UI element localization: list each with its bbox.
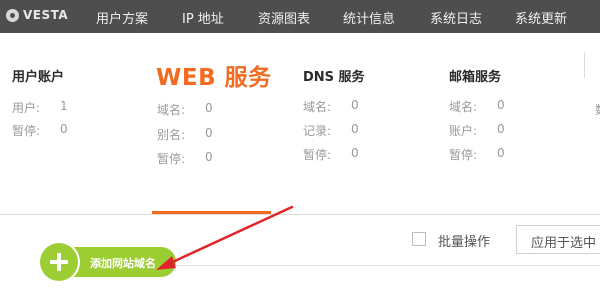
stat-value: 0: [497, 98, 505, 112]
dns-stat-suspended: 暂停: 0: [303, 146, 359, 163]
stat-value: 0: [205, 126, 213, 140]
tab-user-accounts[interactable]: 用户账户: [12, 66, 64, 85]
dns-stat-domains: 域名: 0: [303, 98, 359, 115]
stat-value: 0: [351, 122, 359, 136]
top-nav-bar: VESTA 用户方案 IP 地址 资源图表 统计信息 系统日志 系统更新: [0, 0, 600, 33]
nav-item-graphs[interactable]: 资源图表: [258, 8, 310, 27]
nav-item-packages[interactable]: 用户方案: [96, 8, 148, 27]
stat-label: 域名:: [449, 100, 478, 114]
nav-item-updates[interactable]: 系统更新: [515, 8, 567, 27]
mail-stat-domains: 域名: 0: [449, 98, 505, 115]
bulk-actions-label: 批量操作: [438, 235, 491, 250]
stat-value: 0: [205, 150, 213, 164]
stat-value: 0: [497, 146, 505, 160]
stat-label: 账户:: [449, 124, 478, 138]
tab-mail-services[interactable]: 邮箱服务: [449, 66, 501, 85]
bulk-action-select[interactable]: 应用于选中: [516, 225, 600, 254]
logo[interactable]: VESTA: [6, 8, 68, 22]
stat-label: 暂停:: [157, 152, 186, 166]
stat-label: 域名:: [303, 100, 332, 114]
web-stat-suspended: 暂停: 0: [157, 150, 213, 167]
tab-web-services[interactable]: WEB 服务: [156, 58, 272, 92]
logo-text: VESTA: [23, 8, 69, 22]
stat-label: 暂停:: [449, 148, 478, 162]
stat-value: 0: [60, 122, 68, 136]
user-stat-suspended: 暂停: 0: [12, 122, 68, 139]
stat-value: 0: [351, 98, 359, 112]
stat-label: 用户:: [12, 101, 41, 115]
web-stat-domains: 域名: 0: [157, 101, 213, 118]
stat-value: 0: [205, 101, 213, 115]
select-all-checkbox[interactable]: [412, 232, 426, 246]
bulk-action-select-value: 应用于选中: [531, 236, 597, 251]
add-web-domain-button[interactable]: 添加网站域名: [40, 243, 176, 281]
web-stat-aliases: 别名: 0: [157, 126, 213, 143]
stat-label: 别名:: [157, 128, 186, 142]
nav-item-ip[interactable]: IP 地址: [182, 8, 224, 27]
active-tab-indicator: [152, 211, 271, 214]
mail-stat-accounts: 账户: 0: [449, 122, 505, 139]
stat-value: 0: [497, 122, 505, 136]
add-button-label: 添加网站域名: [90, 257, 156, 270]
stat-label: 暂停:: [12, 124, 41, 138]
nav-item-logs[interactable]: 系统日志: [430, 8, 482, 27]
dns-stat-records: 记录: 0: [303, 122, 359, 139]
stat-value: 1: [60, 99, 68, 113]
mail-stat-suspended: 暂停: 0: [449, 146, 505, 163]
user-stat-users: 用户: 1: [12, 99, 68, 116]
stat-label: 暂停:: [303, 148, 332, 162]
toolbar-bottom-line: [176, 265, 600, 266]
tab-dns-services[interactable]: DNS 服务: [303, 66, 365, 85]
next-column-partial-label: 数: [595, 101, 600, 118]
add-button-circle: [40, 243, 78, 281]
vesta-logo-icon: [6, 8, 19, 22]
stat-label: 域名:: [157, 103, 186, 117]
stat-value: 0: [351, 146, 359, 160]
next-column-edge: [584, 52, 600, 78]
stat-label: 记录:: [303, 124, 332, 138]
section-divider: [0, 214, 600, 215]
nav-item-statistics[interactable]: 统计信息: [343, 8, 395, 27]
